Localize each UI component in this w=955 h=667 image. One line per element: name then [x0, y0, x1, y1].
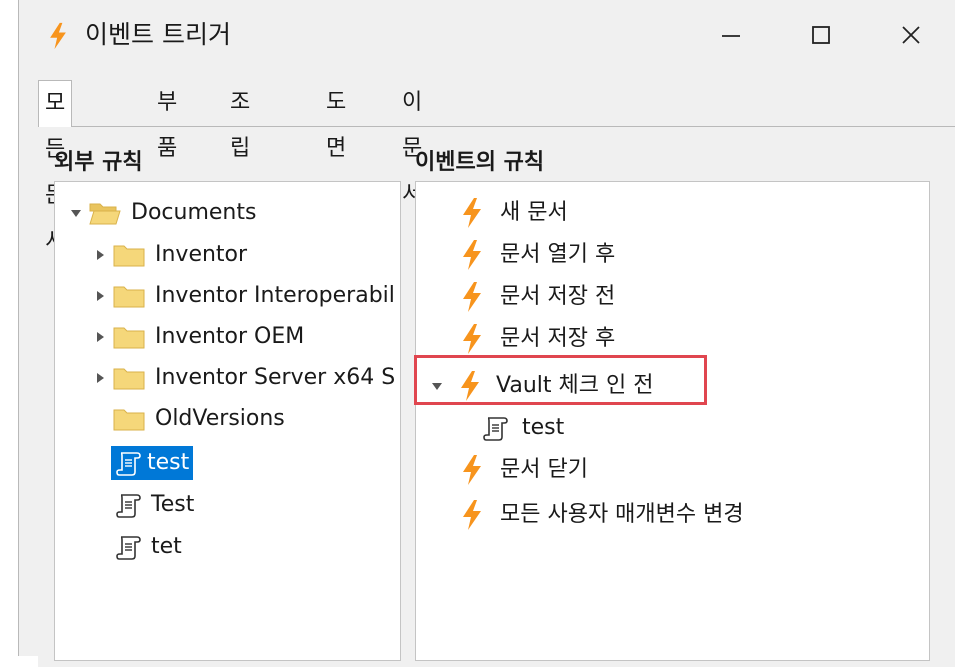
- rule-script-icon: [115, 533, 143, 561]
- tree-node-label: Inventor: [155, 242, 248, 267]
- open-folder-icon: [89, 201, 121, 225]
- rule-label: test: [147, 450, 190, 475]
- lightning-icon: [460, 281, 484, 313]
- maximize-button[interactable]: [791, 10, 851, 60]
- folder-icon: [113, 325, 145, 349]
- event-rule-child[interactable]: test: [482, 411, 564, 445]
- event-item[interactable]: 문서 열기 후: [460, 238, 615, 272]
- event-rules-tree[interactable]: 새 문서 문서 열기 후 문서 저장 전 문서 저장 후 Vault 체크 인 …: [415, 181, 930, 661]
- lightning-icon: [460, 197, 484, 229]
- external-rules-tree[interactable]: Documents Inventor Inventor Interoperabi…: [54, 181, 401, 661]
- collapsed-arrow-icon[interactable]: [93, 289, 107, 303]
- collapsed-arrow-icon[interactable]: [93, 330, 107, 344]
- tree-node-label: Inventor OEM: [155, 324, 305, 349]
- rule-label: Test: [151, 492, 195, 517]
- event-rules-label: 이벤트의 규칙: [415, 150, 545, 175]
- event-item[interactable]: 새 문서: [460, 196, 568, 230]
- rule-item[interactable]: Test: [115, 488, 194, 522]
- window-title: 이벤트 트리거: [85, 20, 231, 49]
- lightning-icon: [460, 499, 484, 531]
- lightning-icon: [47, 22, 69, 50]
- tree-node-label: Inventor Server x64 S: [155, 365, 396, 390]
- rule-item[interactable]: tet: [115, 530, 182, 564]
- folder-icon: [113, 284, 145, 308]
- tree-node-documents[interactable]: Documents: [69, 196, 256, 230]
- event-label: 문서 저장 전: [500, 284, 616, 309]
- lightning-icon: [460, 454, 484, 486]
- tree-node-folder[interactable]: Inventor OEM: [93, 320, 304, 354]
- folder-icon: [113, 407, 145, 431]
- tree-node-label: Documents: [131, 200, 257, 225]
- tree-node-label: OldVersions: [155, 406, 285, 431]
- expanded-arrow-icon[interactable]: [69, 206, 83, 220]
- event-label: 모든 사용자 매개변수 변경: [500, 502, 744, 527]
- title-bar[interactable]: 이벤트 트리거: [19, 0, 955, 70]
- minimize-button[interactable]: [701, 10, 761, 60]
- expanded-arrow-icon[interactable]: [430, 379, 444, 393]
- rule-label: test: [522, 415, 565, 440]
- tab-assemblies[interactable]: 조립품: [224, 80, 256, 207]
- external-rules-label: 외부 규칙: [54, 150, 143, 175]
- collapsed-arrow-icon[interactable]: [93, 248, 107, 262]
- event-item[interactable]: 모든 사용자 매개변수 변경: [460, 498, 744, 532]
- event-label: 문서 닫기: [500, 457, 588, 482]
- rule-label: tet: [151, 534, 182, 559]
- event-item[interactable]: 문서 저장 후: [460, 322, 615, 356]
- tree-node-folder[interactable]: Inventor Interoperabil: [93, 279, 395, 313]
- event-label: Vault 체크 인 전: [496, 373, 654, 398]
- maximize-icon: [812, 26, 830, 44]
- rule-item-selected[interactable]: test: [111, 446, 194, 480]
- event-item[interactable]: 문서 저장 전: [460, 280, 615, 314]
- lightning-icon: [460, 323, 484, 355]
- lightning-icon: [458, 370, 482, 402]
- folder-icon: [113, 366, 145, 390]
- lightning-icon: [460, 239, 484, 271]
- close-button[interactable]: [881, 10, 941, 60]
- event-item[interactable]: 문서 닫기: [460, 453, 588, 487]
- event-label: 새 문서: [500, 200, 568, 225]
- event-label: 문서 열기 후: [500, 242, 616, 267]
- rule-script-icon: [482, 414, 510, 442]
- minimize-icon: [722, 35, 740, 37]
- collapsed-arrow-icon[interactable]: [93, 371, 107, 385]
- tab-all-documents[interactable]: 모든 문서: [38, 80, 73, 254]
- tree-node-folder[interactable]: Inventor: [93, 238, 247, 272]
- tab-parts[interactable]: 부품: [151, 80, 183, 161]
- rule-script-icon: [115, 449, 143, 477]
- event-label: 문서 저장 후: [500, 326, 616, 351]
- tree-node-folder[interactable]: Inventor Server x64 S: [93, 361, 395, 395]
- folder-icon: [113, 243, 145, 267]
- tree-node-label: Inventor Interoperabil: [155, 283, 395, 308]
- rule-script-icon: [115, 491, 143, 519]
- close-icon: [902, 26, 920, 44]
- event-trigger-window: 이벤트 트리거 모든 문서 부품 조립품 도면 이 문서 외부 규칙 이벤트의 …: [18, 0, 955, 667]
- tab-drawings[interactable]: 도면: [320, 80, 352, 161]
- tab-this-document[interactable]: 이 문서: [396, 80, 428, 207]
- tree-node-folder[interactable]: OldVersions: [113, 402, 285, 436]
- event-item-vault-checkin[interactable]: Vault 체크 인 전: [430, 369, 653, 403]
